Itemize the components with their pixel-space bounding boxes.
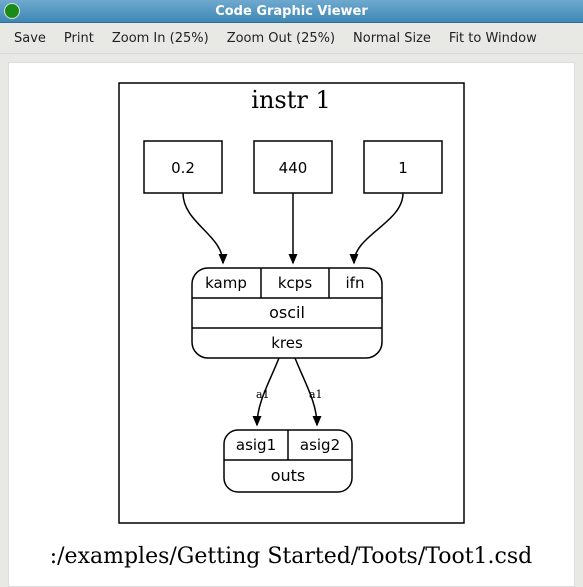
print-button[interactable]: Print — [60, 29, 98, 48]
oscil-port-kamp: kamp — [205, 274, 247, 292]
input-label-0: 0.2 — [171, 159, 195, 177]
zoom-out-button[interactable]: Zoom Out (25%) — [223, 29, 339, 48]
fit-to-window-button[interactable]: Fit to Window — [445, 29, 541, 48]
title-bar: Code Graphic Viewer — [0, 0, 583, 23]
oscil-port-kres: kres — [271, 334, 303, 352]
input-box-0: 0.2 — [144, 141, 222, 193]
input-box-1: 440 — [254, 141, 332, 193]
outs-block: asig1 asig2 outs — [224, 430, 352, 492]
outs-port-asig1: asig1 — [236, 436, 276, 454]
app-icon — [4, 3, 20, 19]
input-label-1: 440 — [279, 159, 308, 177]
diagram-svg: instr 1 0.2 440 1 kamp kcps — [9, 63, 574, 586]
input-box-2: 1 — [364, 141, 442, 193]
input-label-2: 1 — [398, 159, 408, 177]
oscil-port-ifn: ifn — [346, 274, 365, 292]
oscil-block: kamp kcps ifn oscil kres — [192, 268, 382, 358]
outs-op: outs — [271, 466, 306, 485]
toolbar: Save Print Zoom In (25%) Zoom Out (25%) … — [0, 23, 583, 54]
window-title: Code Graphic Viewer — [0, 4, 583, 19]
outs-port-asig2: asig2 — [300, 436, 340, 454]
graph-canvas: instr 1 0.2 440 1 kamp kcps — [8, 62, 575, 587]
normal-size-button[interactable]: Normal Size — [349, 29, 435, 48]
oscil-op: oscil — [269, 303, 305, 322]
diagram-title: instr 1 — [251, 86, 330, 114]
edge-label-0: a1 — [256, 388, 270, 401]
save-button[interactable]: Save — [10, 29, 50, 48]
file-path: :/examples/Getting Started/Toots/Toot1.c… — [50, 544, 533, 569]
edge-label-1: a1 — [309, 388, 323, 401]
oscil-port-kcps: kcps — [278, 274, 312, 292]
zoom-in-button[interactable]: Zoom In (25%) — [108, 29, 213, 48]
